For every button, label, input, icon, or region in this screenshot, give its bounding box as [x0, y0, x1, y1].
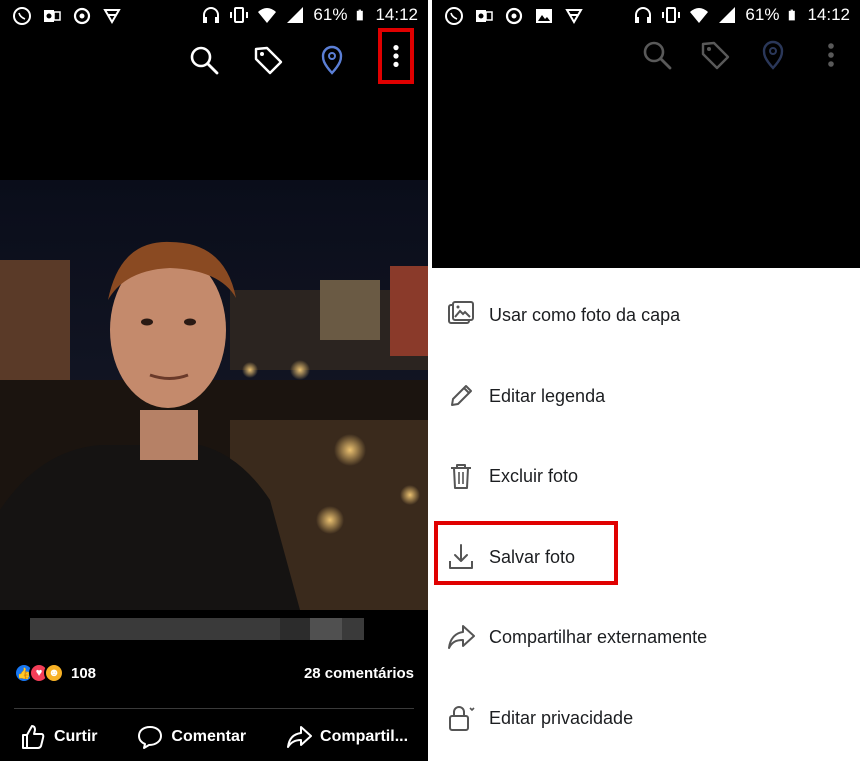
- selfie-night-city-image: [0, 180, 428, 610]
- search-icon: [190, 46, 219, 75]
- menu-item-label: Usar como foto da capa: [489, 304, 681, 325]
- menu-item-label: Editar legenda: [489, 385, 606, 406]
- post-actions-bar: Curtir Comentar Compartil...: [0, 722, 428, 752]
- gallery-icon: [536, 9, 552, 23]
- location-pin-icon: [321, 45, 343, 75]
- more-options-button[interactable]: [378, 28, 414, 84]
- pencil-icon: [446, 381, 476, 411]
- vibrate-icon: [662, 7, 681, 23]
- clock: 14:12: [807, 5, 850, 24]
- menu-item-share-externally[interactable]: Compartilhar externamente: [432, 597, 860, 677]
- status-bar-2: 61% 14:12: [432, 0, 860, 32]
- tag-icon: [701, 41, 730, 70]
- menu-item-edit-privacy[interactable]: Editar privacidade: [432, 678, 860, 758]
- lock-icon: [446, 703, 476, 733]
- clock: 14:12: [375, 5, 418, 24]
- menu-item-label: Excluir foto: [489, 465, 579, 486]
- reactions-count: 108: [71, 664, 97, 682]
- battery-icon: [357, 9, 364, 21]
- comment-label: Comentar: [171, 728, 247, 745]
- more-vertical-icon: [393, 44, 399, 68]
- whatsapp-icon: [13, 7, 31, 25]
- location-button[interactable]: [314, 38, 350, 82]
- status-bar: 61% 14:12: [0, 0, 428, 32]
- menu-item-label: Compartilhar externamente: [489, 626, 708, 647]
- battery-percent: 61%: [745, 5, 780, 24]
- vibrate-icon: [230, 7, 249, 23]
- reactions-summary[interactable]: 👍 ♥ ☻ 108: [14, 663, 96, 683]
- signal-icon: [287, 7, 304, 23]
- wifi-icon: [690, 8, 709, 23]
- share-label: Compartil...: [320, 728, 409, 745]
- photo-viewer-screen: 61% 14:12 👍 ♥ ☻ 108 28 comentários Curti…: [0, 0, 428, 761]
- screenshot-composite: 61% 14:12 👍 ♥ ☻ 108 28 comentários Curti…: [0, 0, 860, 761]
- post-photo[interactable]: [0, 180, 428, 610]
- menu-item-edit-caption[interactable]: Editar legenda: [432, 356, 860, 436]
- trash-icon: [446, 461, 476, 491]
- notification-icons: [12, 6, 122, 26]
- search-icon: [643, 41, 672, 70]
- menu-item-label: Editar privacidade: [489, 707, 634, 728]
- at-sign-icon: [505, 7, 523, 25]
- comment-button[interactable]: Comentar: [137, 724, 246, 750]
- tag-icon: [254, 46, 283, 75]
- share-arrow-icon: [287, 726, 313, 748]
- whatsapp-icon: [445, 7, 463, 25]
- at-sign-icon: [73, 7, 91, 25]
- battery-icon: [789, 9, 796, 21]
- more-vertical-icon: [828, 43, 834, 67]
- menu-item-delete-photo[interactable]: Excluir foto: [432, 436, 860, 516]
- comments-count-link[interactable]: 28 comentários: [304, 665, 414, 682]
- cover-photo-icon: [446, 300, 476, 330]
- status-right-2: 61% 14:12: [633, 5, 850, 25]
- thumbs-up-icon: [21, 725, 45, 749]
- app-notification-icon: [565, 9, 583, 24]
- photo-toolbar: [186, 28, 414, 84]
- share-arrow-icon: [446, 622, 476, 652]
- status-right: 61% 14:12: [201, 5, 418, 25]
- menu-item-cover-photo[interactable]: Usar como foto da capa: [432, 275, 860, 355]
- battery-percent: 61%: [313, 5, 348, 24]
- options-bottom-sheet: Usar como foto da capa Editar legenda Ex…: [432, 268, 860, 761]
- save-photo-highlight-box: [434, 521, 618, 585]
- location-pin-icon: [762, 40, 784, 70]
- like-button[interactable]: Curtir: [20, 724, 98, 750]
- caption-redacted: [30, 618, 364, 640]
- wifi-icon: [258, 8, 277, 23]
- divider: [14, 708, 414, 709]
- options-menu-screen: 61% 14:12 Usar como foto da capa Editar …: [432, 0, 860, 761]
- search-button[interactable]: [186, 38, 222, 82]
- like-label: Curtir: [53, 728, 98, 745]
- comment-icon: [138, 726, 163, 749]
- outlook-icon: [476, 10, 493, 22]
- app-notification-icon: [103, 9, 121, 24]
- haha-icon: ☻: [44, 663, 64, 683]
- signal-icon: [719, 7, 736, 23]
- notification-icons-2: [444, 6, 584, 26]
- outlook-icon: [44, 10, 61, 22]
- tag-button[interactable]: [250, 38, 286, 82]
- share-button[interactable]: Compartil...: [286, 724, 408, 750]
- headphones-icon: [203, 7, 220, 23]
- headphones-icon: [635, 7, 652, 23]
- dimmed-toolbar: [642, 40, 846, 70]
